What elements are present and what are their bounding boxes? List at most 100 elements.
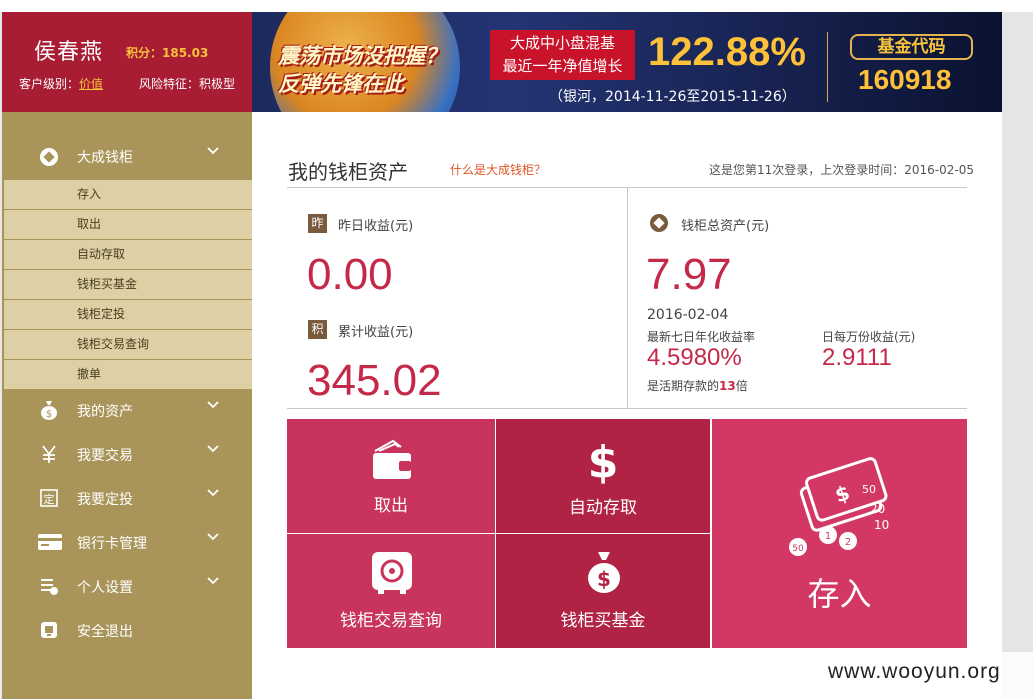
sidebar-subitem-query[interactable]: 钱柜交易查询 xyxy=(4,330,252,359)
withdraw-tile-label: 取出 xyxy=(374,496,408,516)
assets-label: 钱柜总资产(元) xyxy=(681,219,770,234)
sidebar-item-label: 个人设置 xyxy=(77,580,133,596)
withdraw-tile[interactable]: 取出 xyxy=(287,419,495,533)
sidebar-subitem-withdraw[interactable]: 取出 xyxy=(4,210,252,239)
sidebar-subitem-fixed[interactable]: 钱柜定投 xyxy=(4,300,252,329)
cash-coins-icon: $50 20 10 50 1 2 xyxy=(788,457,898,561)
banner-slogan-line2: 反弹先锋在此 xyxy=(278,72,404,96)
sidebar-subitem-cancel[interactable]: 撤单 xyxy=(4,360,252,389)
chevron-down-icon xyxy=(206,530,220,548)
daily-label: 日每万份收益(元) xyxy=(822,330,916,344)
safe-icon xyxy=(370,550,414,600)
user-header: 侯春燕 积分：185.03 客户级别：价值 风险特征：积极型 xyxy=(2,12,252,112)
sidebar-subitem-buyfund[interactable]: 钱柜买基金 xyxy=(4,270,252,299)
banner-divider xyxy=(827,32,828,102)
sidebar-item-label: 大成钱柜 xyxy=(77,150,133,166)
query-tile[interactable]: 钱柜交易查询 xyxy=(287,534,495,648)
auto-tile[interactable]: $ 自动存取 xyxy=(496,419,710,533)
sidebar-item-label: 我要交易 xyxy=(77,448,133,464)
banner-fund-line1: 大成中小盘混基 xyxy=(509,34,615,52)
banner-code: 160918 xyxy=(858,64,952,95)
chevron-down-icon xyxy=(206,574,220,592)
user-risk: 风险特征：积极型 xyxy=(139,75,235,92)
banner-slogan: 震荡市场没把握？ 反弹先锋在此 xyxy=(278,42,446,98)
svg-text:50: 50 xyxy=(792,544,804,554)
chevron-down-icon xyxy=(206,398,220,416)
user-level-link[interactable]: 价值 xyxy=(79,77,103,91)
login-info: 这是您第11次登录，上次登录时间：2016-02-05 xyxy=(709,163,975,177)
total-tag: 积 xyxy=(308,320,327,339)
total-value: 345.02 xyxy=(307,356,442,405)
sidebar-item-assets[interactable]: $ 我的资产 xyxy=(2,389,252,429)
sidebar-item-fixed-invest[interactable]: 定 我要定投 xyxy=(2,477,252,517)
yesterday-label: 昨日收益(元) xyxy=(338,219,414,234)
svg-text:$: $ xyxy=(588,437,619,485)
auto-tile-label: 自动存取 xyxy=(569,498,637,518)
banner-period: （银河，2014-11-26至2015-11-26） xyxy=(549,89,796,105)
assets-value: 7.97 xyxy=(646,250,732,299)
chevron-down-icon xyxy=(206,486,220,504)
user-score: 积分：185.03 xyxy=(126,46,209,60)
column-divider xyxy=(627,188,628,408)
yen-icon xyxy=(38,443,60,465)
moneybag-icon: $ xyxy=(586,550,622,598)
sidebar: 侯春燕 积分：185.03 客户级别：价值 风险特征：积极型 大成钱柜 存入 取… xyxy=(2,12,252,699)
sidebar-item-label: 安全退出 xyxy=(77,624,133,640)
user-risk-label: 风险特征： xyxy=(139,77,200,91)
sidebar-subitem-auto[interactable]: 自动存取 xyxy=(4,240,252,269)
yield-note-prefix: 是活期存款的 xyxy=(647,379,720,393)
sidebar-item-logout[interactable]: 安全退出 xyxy=(2,609,252,649)
moneybag-icon: $ xyxy=(38,399,60,421)
sidebar-item-label: 银行卡管理 xyxy=(77,536,147,552)
sidebar-item-bankcard[interactable]: 银行卡管理 xyxy=(2,521,252,561)
query-tile-label: 钱柜交易查询 xyxy=(340,611,442,631)
user-level-label: 客户级别： xyxy=(19,77,80,91)
logout-icon xyxy=(38,619,60,641)
top-strip xyxy=(0,0,1033,12)
banner-slogan-line1: 震荡市场没把握？ xyxy=(278,44,446,68)
deposit-tile[interactable]: $50 20 10 50 1 2 存入 xyxy=(712,419,967,648)
what-is-link[interactable]: 什么是大成钱柜？ xyxy=(450,161,546,178)
yield-value: 4.5980% xyxy=(647,344,742,371)
settings-list-icon xyxy=(38,575,60,597)
sidebar-item-trade[interactable]: 我要交易 xyxy=(2,433,252,473)
svg-text:2: 2 xyxy=(845,537,851,548)
sidebar-item-cabinet[interactable]: 大成钱柜 xyxy=(2,142,252,178)
deposit-tile-label: 存入 xyxy=(807,575,872,613)
page-title: 我的钱柜资产 xyxy=(288,160,408,184)
yesterday-tag: 昨 xyxy=(308,214,327,233)
chevron-down-icon xyxy=(206,442,220,460)
yield-note-multiple: 13 xyxy=(719,379,736,393)
banner-fund-line2: 最近一年净值增长 xyxy=(502,57,623,75)
dollar-icon: $ xyxy=(586,435,620,489)
user-risk-link[interactable]: 积极型 xyxy=(199,77,235,91)
fixed-invest-icon: 定 xyxy=(38,487,60,509)
promo-banner[interactable]: 震荡市场没把握？ 反弹先锋在此 大成中小盘混基 最近一年净值增长 122.88%… xyxy=(252,12,1002,112)
banner-growth: 122.88% xyxy=(648,30,806,74)
yield-note: 是活期存款的13倍 xyxy=(647,377,748,394)
svg-text:50: 50 xyxy=(862,483,876,496)
user-name: 侯春燕 xyxy=(34,40,104,65)
sidebar-subitem-deposit[interactable]: 存入 xyxy=(4,180,252,209)
svg-text:定: 定 xyxy=(44,492,55,506)
buyfund-tile[interactable]: $ 钱柜买基金 xyxy=(496,534,710,648)
total-label: 累计收益(元) xyxy=(338,325,414,340)
watermark: www.wooyun.org xyxy=(812,652,1033,699)
svg-text:$: $ xyxy=(46,409,52,420)
diamond-icon xyxy=(650,214,668,232)
assets-date: 2016-02-04 xyxy=(647,307,729,323)
card-icon xyxy=(36,531,64,553)
diamond-icon xyxy=(38,146,60,168)
sidebar-item-label: 我要定投 xyxy=(77,492,133,508)
buyfund-tile-label: 钱柜买基金 xyxy=(560,611,646,631)
chevron-down-icon xyxy=(206,144,220,162)
yesterday-value: 0.00 xyxy=(307,250,393,299)
banner-fund-box: 大成中小盘混基 最近一年净值增长 xyxy=(490,30,635,80)
sidebar-item-settings[interactable]: 个人设置 xyxy=(2,565,252,605)
svg-text:$: $ xyxy=(597,567,611,591)
yield-label: 最新七日年化收益率 xyxy=(647,330,756,344)
svg-text:10: 10 xyxy=(874,518,889,532)
svg-text:1: 1 xyxy=(825,531,831,542)
daily-value: 2.9111 xyxy=(822,344,892,371)
wallet-icon xyxy=(371,437,413,485)
